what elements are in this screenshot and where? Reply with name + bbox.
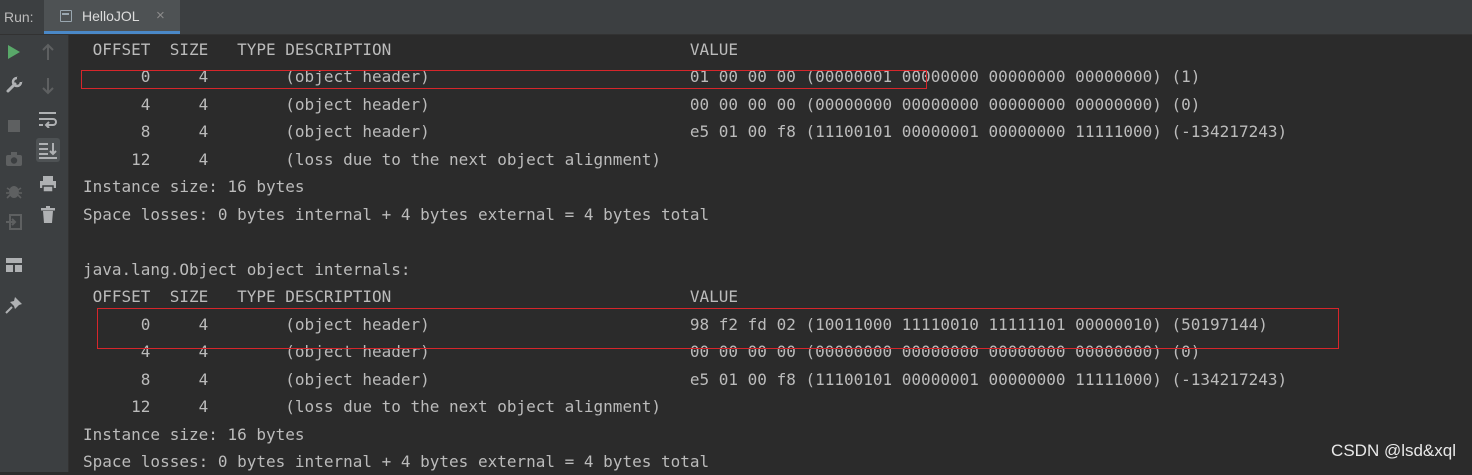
run-tool-window-header: Run: HelloJOL × bbox=[0, 0, 1472, 35]
login-icon[interactable] bbox=[2, 210, 26, 234]
console-line: OFFSET SIZE TYPE DESCRIPTION VALUE bbox=[83, 287, 739, 306]
tab-hellojol[interactable]: HelloJOL × bbox=[44, 0, 180, 34]
close-icon[interactable]: × bbox=[156, 7, 165, 24]
arrow-down-icon[interactable] bbox=[36, 74, 60, 98]
console-line: OFFSET SIZE TYPE DESCRIPTION VALUE bbox=[83, 40, 739, 59]
trash-icon[interactable] bbox=[36, 203, 60, 227]
console-line: 4 4 (object header) 00 00 00 00 (0000000… bbox=[83, 95, 1201, 114]
layout-icon[interactable] bbox=[2, 253, 26, 277]
run-label: Run: bbox=[4, 9, 34, 25]
console-line: 8 4 (object header) e5 01 00 f8 (1110010… bbox=[83, 370, 1288, 389]
console-toolbar bbox=[28, 35, 69, 472]
run-toolbar bbox=[0, 35, 28, 472]
console-line: Space losses: 0 bytes internal + 4 bytes… bbox=[83, 205, 710, 224]
run-icon[interactable] bbox=[2, 40, 26, 64]
highlight-box-first-header bbox=[81, 70, 927, 89]
scroll-to-end-icon[interactable] bbox=[36, 138, 60, 162]
pin-icon[interactable] bbox=[2, 293, 26, 317]
console-line: Instance size: 16 bytes bbox=[83, 177, 305, 196]
highlight-box-second-header bbox=[97, 308, 1339, 349]
print-icon[interactable] bbox=[36, 172, 60, 196]
console-line: 12 4 (loss due to the next object alignm… bbox=[83, 397, 661, 416]
stop-icon[interactable] bbox=[2, 114, 26, 138]
wrench-icon[interactable] bbox=[2, 73, 26, 97]
console-output[interactable]: OFFSET SIZE TYPE DESCRIPTION VALUE 0 4 (… bbox=[69, 35, 1472, 472]
console-window-icon bbox=[60, 10, 72, 22]
console-line: java.lang.Object object internals: bbox=[83, 260, 411, 279]
watermark: CSDN @lsd&xql bbox=[1331, 441, 1456, 460]
console-line: Instance size: 16 bytes bbox=[83, 425, 305, 444]
console-line: 12 4 (loss due to the next object alignm… bbox=[83, 150, 661, 169]
bug-icon[interactable] bbox=[2, 179, 26, 203]
console-line: Space losses: 0 bytes internal + 4 bytes… bbox=[83, 452, 710, 471]
soft-wrap-icon[interactable] bbox=[36, 107, 60, 131]
arrow-up-icon[interactable] bbox=[36, 40, 60, 64]
tab-title: HelloJOL bbox=[82, 8, 140, 24]
console-line: 8 4 (object header) e5 01 00 f8 (1110010… bbox=[83, 122, 1288, 141]
camera-icon[interactable] bbox=[2, 147, 26, 171]
